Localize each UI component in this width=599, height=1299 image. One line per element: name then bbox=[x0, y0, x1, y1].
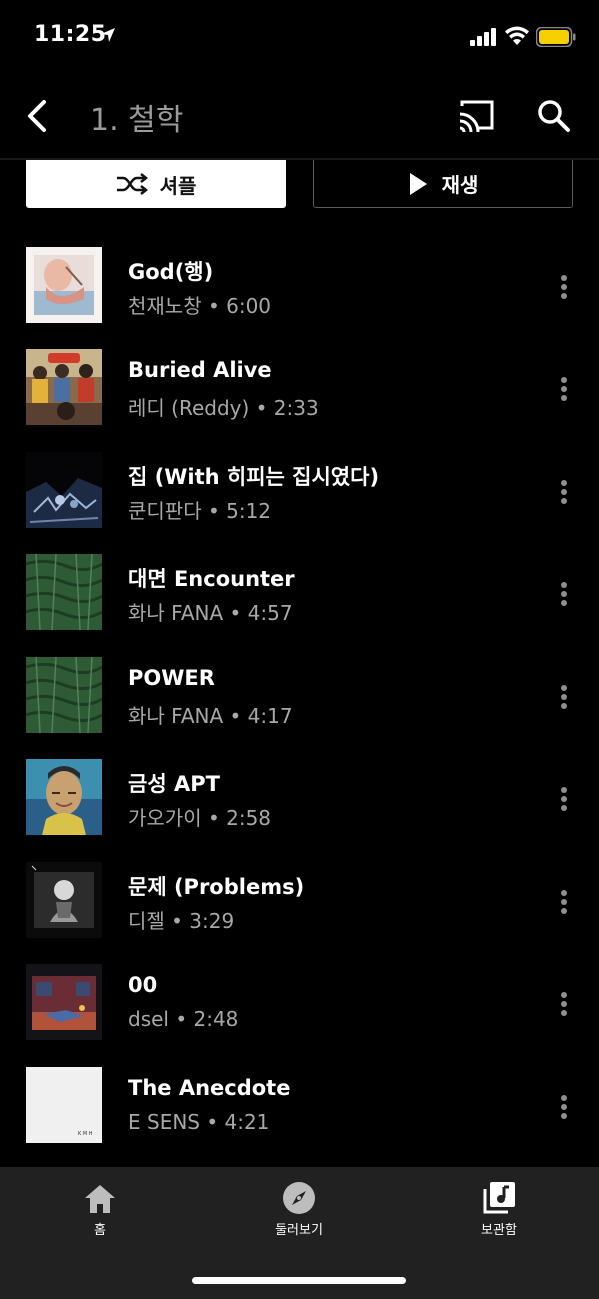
status-bar: 11:25 bbox=[0, 0, 599, 70]
battery-icon bbox=[535, 26, 576, 51]
shuffle-label: 셔플 bbox=[159, 173, 197, 198]
album-art bbox=[26, 349, 102, 425]
page-title: 1. 철학 bbox=[90, 103, 184, 138]
track-item[interactable]: 금성 APT 가오가이 • 2:58 bbox=[0, 759, 599, 839]
track-item[interactable]: POWER 화나 FANA • 4:17 bbox=[0, 657, 599, 737]
track-subtitle: 천재노창 • 6:00 bbox=[128, 294, 272, 318]
track-subtitle: 화나 FANA • 4:17 bbox=[128, 704, 293, 728]
compass-icon bbox=[283, 1182, 315, 1214]
wifi-icon bbox=[505, 26, 529, 50]
track-subtitle: 가오가이 • 2:58 bbox=[128, 806, 272, 830]
track-item[interactable]: 집 (With 히피는 집시였다) 쿤디판다 • 5:12 bbox=[0, 452, 599, 532]
track-item[interactable]: Buried Alive 레디 (Reddy) • 2:33 bbox=[0, 349, 599, 429]
track-title: Buried Alive bbox=[128, 358, 272, 382]
more-options-icon[interactable] bbox=[554, 683, 574, 711]
more-options-icon[interactable] bbox=[554, 990, 574, 1018]
album-art bbox=[26, 554, 102, 630]
home-indicator[interactable] bbox=[192, 1277, 406, 1284]
location-arrow-icon bbox=[100, 27, 116, 47]
album-art bbox=[26, 862, 102, 938]
track-title: POWER bbox=[128, 666, 215, 690]
track-subtitle: 디젤 • 3:29 bbox=[128, 909, 235, 933]
track-title: 금성 APT bbox=[128, 772, 220, 796]
track-title: 문제 (Problems) bbox=[128, 875, 305, 899]
search-icon bbox=[538, 100, 570, 132]
more-options-icon[interactable] bbox=[554, 888, 574, 916]
nav-label: 홈 bbox=[94, 1223, 106, 1238]
track-item[interactable]: 대면 Encounter 화나 FANA • 4:57 bbox=[0, 554, 599, 634]
track-subtitle: 화나 FANA • 4:57 bbox=[128, 601, 293, 625]
album-art-text: K M H bbox=[78, 1131, 93, 1137]
play-icon bbox=[409, 172, 427, 195]
track-subtitle: dsel • 2:48 bbox=[128, 1007, 239, 1031]
album-art bbox=[26, 657, 102, 733]
track-title: 00 bbox=[128, 973, 158, 997]
track-title: God(행) bbox=[128, 260, 214, 284]
app-header: 1. 철학 bbox=[0, 70, 599, 160]
track-subtitle: 레디 (Reddy) • 2:33 bbox=[128, 396, 319, 420]
cast-button[interactable] bbox=[458, 98, 496, 133]
album-art: K M H bbox=[26, 1067, 102, 1143]
nav-label: 보관함 bbox=[481, 1223, 517, 1238]
track-title: 집 (With 히피는 집시였다) bbox=[128, 465, 380, 489]
more-options-icon[interactable] bbox=[554, 1093, 574, 1121]
album-art bbox=[26, 247, 102, 323]
album-art bbox=[26, 964, 102, 1040]
cast-icon bbox=[459, 100, 494, 133]
back-arrow-icon bbox=[28, 100, 46, 132]
nav-item-home[interactable]: 홈 bbox=[40, 1179, 160, 1239]
track-item[interactable]: God(행) 천재노창 • 6:00 bbox=[0, 247, 599, 327]
track-subtitle: E SENS • 4:21 bbox=[128, 1110, 270, 1134]
shuffle-icon bbox=[116, 173, 148, 195]
library-icon bbox=[483, 1182, 515, 1214]
play-label: 재생 bbox=[441, 173, 479, 197]
cellular-signal-icon bbox=[470, 28, 498, 50]
status-time: 11:25 bbox=[34, 22, 107, 47]
track-subtitle: 쿤디판다 • 5:12 bbox=[128, 499, 272, 523]
track-title: 대면 Encounter bbox=[128, 567, 295, 591]
track-item[interactable]: 00 dsel • 2:48 bbox=[0, 964, 599, 1044]
play-button[interactable]: 재생 bbox=[313, 160, 573, 208]
home-icon bbox=[85, 1185, 115, 1213]
more-options-icon[interactable] bbox=[554, 273, 574, 301]
track-title: The Anecdote bbox=[128, 1076, 291, 1100]
bottom-navigation: 홈 둘러보기 보관함 bbox=[0, 1167, 599, 1299]
back-button[interactable] bbox=[22, 96, 56, 136]
more-options-icon[interactable] bbox=[554, 478, 574, 506]
nav-item-explore[interactable]: 둘러보기 bbox=[239, 1179, 359, 1239]
track-item[interactable]: K M H The Anecdote E SENS • 4:21 bbox=[0, 1067, 599, 1147]
nav-item-library[interactable]: 보관함 bbox=[439, 1179, 559, 1239]
shuffle-button[interactable]: 셔플 bbox=[26, 160, 286, 208]
more-options-icon[interactable] bbox=[554, 580, 574, 608]
search-button[interactable] bbox=[536, 98, 572, 134]
album-art bbox=[26, 759, 102, 835]
track-item[interactable]: 문제 (Problems) 디젤 • 3:29 bbox=[0, 862, 599, 942]
more-options-icon[interactable] bbox=[554, 785, 574, 813]
nav-label: 둘러보기 bbox=[275, 1223, 323, 1238]
more-options-icon[interactable] bbox=[554, 375, 574, 403]
album-art bbox=[26, 452, 102, 528]
